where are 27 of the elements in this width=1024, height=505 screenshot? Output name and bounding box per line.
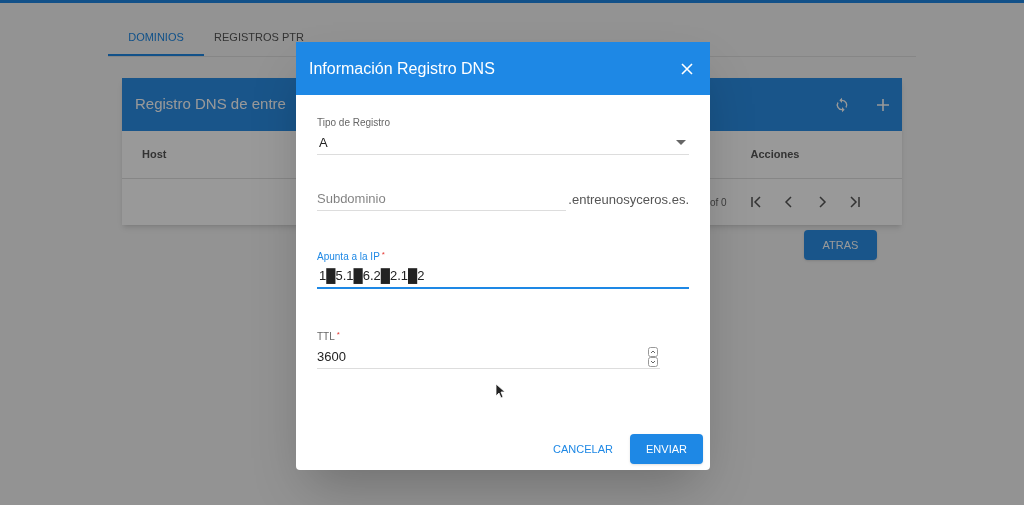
column-header: Host: [142, 147, 167, 163]
field-label: Tipo de Registro: [317, 116, 390, 130]
refresh-icon[interactable]: [834, 96, 850, 113]
tab[interactable]: REGISTROS PTR: [204, 20, 314, 56]
cancel-button[interactable]: CANCELAR: [551, 434, 615, 464]
domain-suffix: .entreunosyceros.es.: [568, 190, 689, 209]
required-mark: *: [336, 329, 340, 341]
required-mark: *: [381, 249, 385, 261]
close-icon[interactable]: [681, 62, 693, 75]
dropdown-arrow-icon: [676, 140, 686, 145]
tab[interactable]: DOMINIOS: [108, 20, 204, 56]
input-field[interactable]: 1█5.1█6.2█2.1█2: [317, 265, 689, 289]
cursor-icon: [495, 383, 505, 399]
send-button[interactable]: ENVIAR: [630, 434, 703, 464]
last-page-icon[interactable]: [847, 195, 862, 209]
page-info: of 0: [710, 195, 727, 210]
dialog-title: Información Registro DNS: [309, 58, 495, 79]
field-label: Apunta a la IP: [317, 250, 380, 264]
spinner-icon[interactable]: [648, 346, 658, 367]
input-field[interactable]: 3600: [317, 345, 660, 369]
input-field[interactable]: Subdominio: [317, 187, 567, 211]
field-label: TTL: [317, 330, 335, 344]
card-title: Registro DNS de entre: [135, 94, 286, 115]
select-field[interactable]: A: [317, 131, 689, 155]
back-button[interactable]: ATRAS: [804, 230, 877, 260]
column-header: Acciones: [750, 147, 800, 163]
first-page-icon[interactable]: [748, 195, 763, 209]
